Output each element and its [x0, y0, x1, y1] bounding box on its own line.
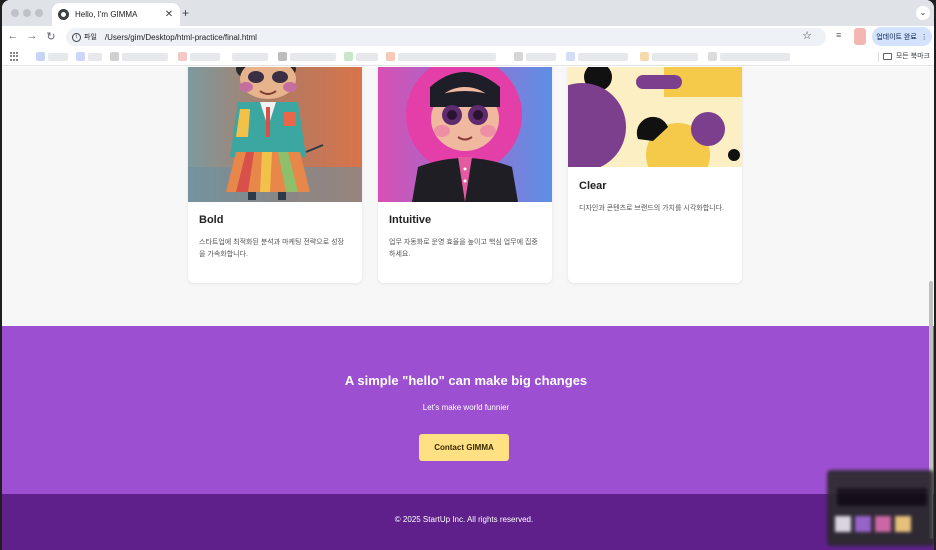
minimize-window-button[interactable] [23, 9, 31, 17]
bookmark-favicon [278, 52, 287, 61]
bookmark-item[interactable] [122, 53, 168, 61]
bookmark-item[interactable] [356, 53, 378, 61]
divider [878, 52, 879, 62]
apps-grid-icon[interactable] [10, 52, 19, 61]
character-illustration [378, 67, 552, 202]
bookmark-item[interactable] [578, 53, 628, 61]
tab-bar: Hello, I'm GIMMA ✕ + ⌄ [2, 0, 934, 26]
reload-button[interactable]: ↻ [44, 30, 58, 43]
scheme-label: 파일 [84, 34, 97, 41]
bookmark-favicon [36, 52, 45, 61]
close-icon[interactable]: ✕ [164, 9, 174, 20]
all-bookmarks-button[interactable]: 모든 북마크 [882, 51, 930, 61]
bookmark-item[interactable] [526, 53, 556, 61]
card-description: 디자인과 콘텐츠로 브랜드의 가치를 시각화합니다. [579, 205, 724, 212]
tab-search-button[interactable]: ⌄ [916, 6, 930, 20]
bookmark-item[interactable] [232, 53, 268, 61]
address-bar[interactable]: i 파일 /Users/gim/Desktop/html-practice/fi… [66, 28, 826, 46]
bookmark-item[interactable] [48, 53, 68, 61]
kebab-menu-icon: ⋮ [920, 33, 928, 41]
bookmark-favicon [566, 52, 575, 61]
card-image [188, 67, 362, 202]
feature-card: Intuitive 업무 자동화로 운영 효율을 높이고 핵심 업무에 집중하세… [378, 67, 552, 283]
bookmark-favicon [178, 52, 187, 61]
contact-button[interactable]: Contact GIMMA [419, 434, 509, 461]
globe-icon [58, 9, 69, 20]
card-image [568, 67, 742, 167]
character-illustration [188, 67, 362, 202]
bookmark-item[interactable] [88, 53, 102, 61]
bookmark-item[interactable] [720, 53, 790, 61]
cta-subtitle: Let's make world funnier [422, 403, 510, 412]
new-tab-button[interactable]: + [182, 6, 189, 20]
all-bookmarks-label: 모든 북마크 [895, 53, 930, 60]
bookmark-item[interactable] [652, 53, 698, 61]
profile-avatar[interactable] [854, 28, 866, 45]
bookmark-favicon [708, 52, 717, 61]
card-title: Intuitive [389, 214, 432, 226]
screenshot-preview-thumbnail[interactable] [827, 470, 934, 546]
toolbar: ← → ↻ i 파일 /Users/gim/Desktop/html-pract… [2, 26, 934, 48]
footer: © 2025 StartUp Inc. All rights reserved. [2, 494, 934, 550]
browser-window: Hello, I'm GIMMA ✕ + ⌄ ← → ↻ i 파일 /Users… [2, 0, 934, 550]
bookmark-favicon [386, 52, 395, 61]
card-title: Clear [579, 180, 607, 192]
cta-title: A simple "hello" can make big changes [344, 373, 588, 388]
close-window-button[interactable] [11, 9, 19, 17]
card-description: 스타트업에 최적화된 분석과 마케팅 전략으로 성장을 가속화합니다. [199, 239, 344, 258]
back-button[interactable]: ← [6, 30, 20, 42]
bookmark-item[interactable] [190, 53, 220, 61]
bookmark-favicon [640, 52, 649, 61]
forward-button[interactable]: → [25, 30, 39, 42]
bookmark-item[interactable] [398, 53, 496, 61]
card-image [378, 67, 552, 202]
bookmarks-bar: 모든 북마크 [2, 48, 934, 66]
page-viewport: Bold 스타트업에 최적화된 분석과 마케팅 전략으로 성장을 가속화합니다. [2, 67, 934, 550]
copyright-text: © 2025 StartUp Inc. All rights reserved. [394, 515, 534, 524]
bookmark-favicon [110, 52, 119, 61]
bookmark-favicon [76, 52, 85, 61]
update-label: 업데이트 완료 [876, 33, 917, 41]
abstract-shapes-illustration [568, 67, 742, 167]
feature-card: Bold 스타트업에 최적화된 분석과 마케팅 전략으로 성장을 가속화합니다. [188, 67, 362, 283]
info-icon[interactable]: i [72, 32, 81, 42]
cta-section: A simple "hello" can make big changes Le… [2, 326, 934, 494]
bookmark-favicon [514, 52, 523, 61]
feature-card: Clear 디자인과 콘텐츠로 브랜드의 가치를 시각화합니다. [568, 67, 742, 283]
folder-icon [882, 52, 892, 60]
tab-active[interactable]: Hello, I'm GIMMA ✕ [52, 3, 180, 26]
bookmark-favicon [344, 52, 353, 61]
reading-list-icon[interactable]: ≡ [836, 30, 841, 40]
url-text[interactable]: /Users/gim/Desktop/html-practice/final.h… [105, 33, 257, 42]
maximize-window-button[interactable] [35, 9, 43, 17]
update-button[interactable]: 업데이트 완료 ⋮ [872, 27, 932, 46]
card-description: 업무 자동화로 운영 효율을 높이고 핵심 업무에 집중하세요. [389, 239, 538, 258]
tab-title: Hello, I'm GIMMA [75, 10, 138, 19]
bookmark-star-icon[interactable]: ☆ [802, 29, 812, 42]
bookmark-item[interactable] [290, 53, 336, 61]
card-title: Bold [199, 214, 224, 226]
